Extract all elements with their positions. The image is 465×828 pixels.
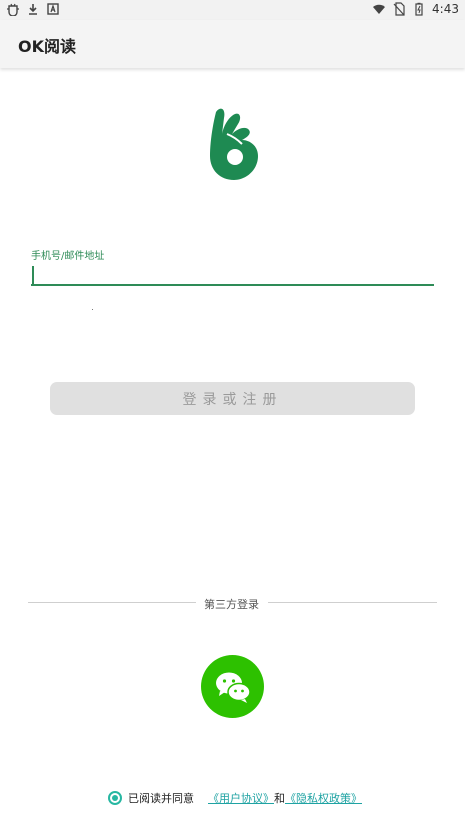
third-party-login-label: 第三方登录 — [204, 598, 259, 611]
ok-hand-logo-icon — [210, 108, 258, 180]
text-cursor — [32, 266, 34, 284]
agreement-row: 已阅读并同意 《用户协议》 和 《隐私权政策》 — [108, 789, 362, 807]
wifi-icon — [373, 4, 386, 14]
wechat-icon — [215, 672, 251, 703]
status-time: 4:43 — [432, 2, 459, 16]
wechat-login-button[interactable] — [201, 655, 264, 718]
status-right-icons: 4:43 — [372, 2, 459, 16]
agreement-connector: 和 — [274, 792, 285, 805]
app-title: OK阅读 — [18, 37, 77, 56]
radio-selected-dot — [112, 795, 118, 801]
agreement-radio[interactable] — [108, 791, 122, 805]
user-agreement-link[interactable]: 《用户协议》 — [208, 790, 274, 806]
privacy-policy-link[interactable]: 《隐私权政策》 — [285, 790, 362, 806]
bug-icon — [7, 3, 19, 16]
phone-email-label: 手机号/邮件地址 — [31, 251, 105, 262]
download-icon — [29, 4, 37, 15]
agreement-text: 已阅读并同意 — [128, 792, 194, 805]
phone-email-input[interactable] — [31, 262, 434, 286]
login-register-button[interactable]: 登录或注册 — [50, 382, 415, 415]
divider-left — [28, 602, 196, 603]
status-left-icons — [6, 2, 60, 16]
divider-right — [268, 602, 437, 603]
app-bar: OK阅读 — [0, 20, 465, 68]
a-icon — [47, 3, 59, 15]
status-bar: 4:43 — [0, 0, 465, 20]
battery-icon — [415, 2, 423, 16]
no-sim-icon — [393, 2, 405, 16]
stray-dot — [92, 309, 93, 310]
